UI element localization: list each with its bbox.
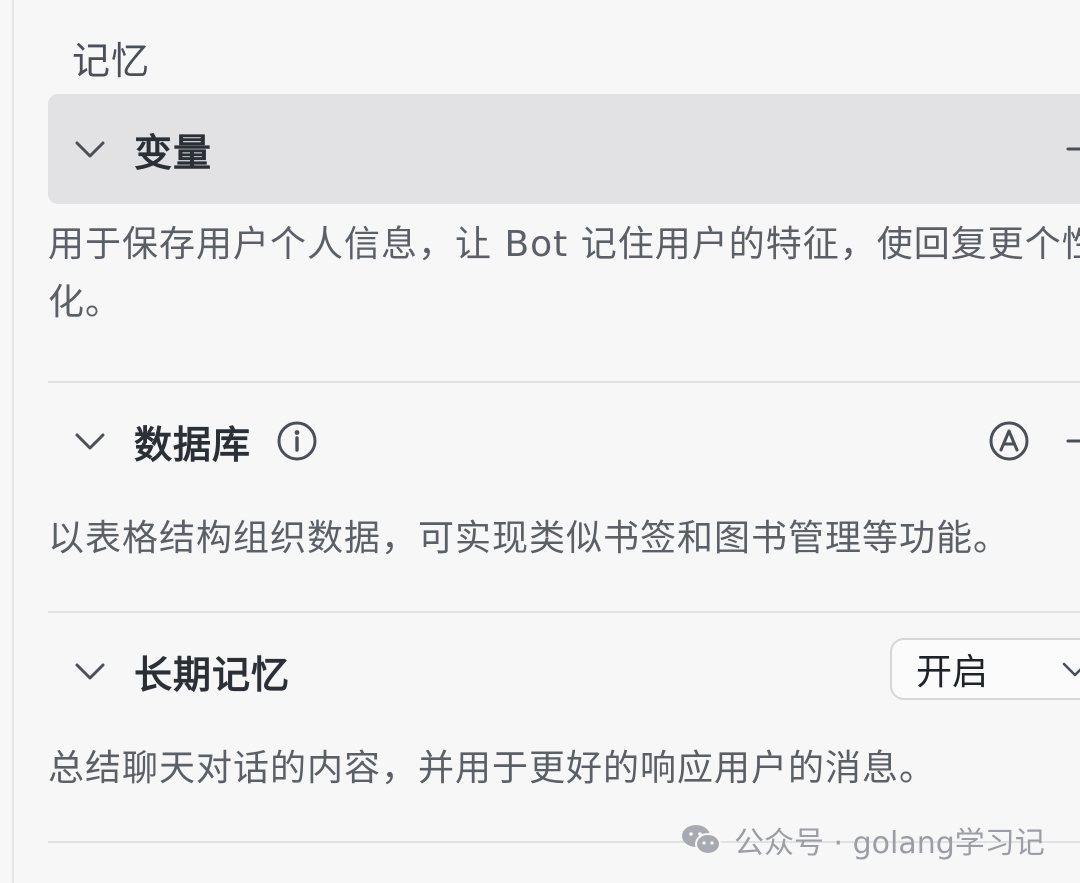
chevron-down-icon[interactable] bbox=[72, 653, 108, 689]
chevron-down-icon[interactable] bbox=[72, 423, 108, 459]
chevron-down-icon bbox=[1060, 654, 1080, 684]
auto-a-icon[interactable] bbox=[988, 420, 1030, 462]
select-value: 开启 bbox=[916, 652, 989, 693]
long-term-memory-select[interactable]: 开启 bbox=[890, 638, 1080, 700]
chevron-down-icon[interactable] bbox=[72, 131, 108, 167]
divider bbox=[48, 611, 1080, 613]
divider bbox=[48, 381, 1080, 383]
watermark: 公众号 · golang学习记 bbox=[680, 818, 1045, 862]
add-variable-plus-icon[interactable] bbox=[1062, 129, 1080, 169]
database-header[interactable]: 数据库 bbox=[48, 386, 1080, 496]
memory-panel: 记忆 变量 用于保存用户个人信息，让 Bot 记住用户的特征，使回复更个性化。 … bbox=[48, 0, 1080, 883]
wechat-icon bbox=[680, 822, 722, 858]
variables-title: 变量 bbox=[134, 130, 213, 175]
panel-left-border bbox=[0, 0, 14, 883]
database-description: 以表格结构组织数据，可实现类似书签和图书管理等功能。 bbox=[48, 518, 1011, 559]
section-title: 记忆 bbox=[72, 39, 151, 83]
info-icon[interactable] bbox=[276, 420, 318, 462]
watermark-text: 公众号 · golang学习记 bbox=[734, 826, 1045, 861]
database-title: 数据库 bbox=[134, 422, 252, 467]
long-term-memory-title: 长期记忆 bbox=[134, 652, 291, 697]
variables-header[interactable]: 变量 bbox=[48, 94, 1080, 204]
variables-description: 用于保存用户个人信息，让 Bot 记住用户的特征，使回复更个性化。 bbox=[48, 224, 1080, 323]
long-term-memory-header[interactable]: 长期记忆 开启 bbox=[48, 616, 1080, 726]
long-term-memory-description: 总结聊天对话的内容，并用于更好的响应用户的消息。 bbox=[48, 748, 937, 789]
add-database-plus-icon[interactable] bbox=[1062, 421, 1080, 461]
